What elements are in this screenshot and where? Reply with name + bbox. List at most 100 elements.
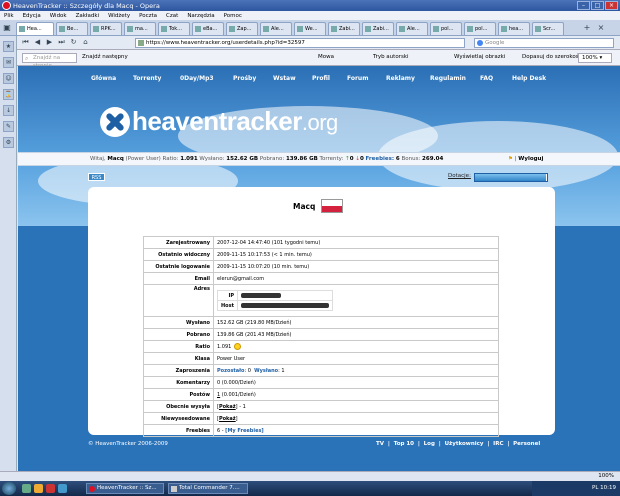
- bookmarks-panel-icon[interactable]: ★: [3, 41, 14, 52]
- footer-link-irc[interactable]: IRC: [493, 441, 503, 447]
- nav-requests[interactable]: Prośby: [233, 75, 256, 82]
- footer-link-staff[interactable]: Personel: [513, 441, 540, 447]
- table-row: Email elerun@gmail.com: [143, 272, 499, 285]
- invites-left-link[interactable]: Pozostało: [217, 368, 244, 374]
- tab[interactable]: Hea...: [16, 22, 54, 35]
- menu-help[interactable]: Pomoc: [224, 13, 242, 19]
- nav-0day[interactable]: 0Day/Mp3: [180, 75, 214, 82]
- close-button[interactable]: ×: [605, 1, 618, 10]
- quick-launch-icon[interactable]: [22, 484, 31, 493]
- zoom-select[interactable]: 100% ▾: [578, 53, 612, 63]
- footer-link-top10[interactable]: Top 10: [394, 441, 414, 447]
- menu-file[interactable]: Plik: [4, 13, 14, 19]
- tab-bar: ▣ Hea... Be... RPK... ma... Tok... eBa..…: [0, 20, 620, 36]
- menu-chat[interactable]: Czat: [166, 13, 178, 19]
- forward-icon[interactable]: ▶: [44, 37, 55, 48]
- close-tab-icon[interactable]: ×: [596, 23, 606, 33]
- footer-link-tv[interactable]: TV: [376, 441, 384, 447]
- tab[interactable]: Zap...: [226, 22, 258, 35]
- footer-link-log[interactable]: Log: [424, 441, 435, 447]
- my-freebies-link[interactable]: [My Freebies]: [225, 428, 264, 434]
- table-row: Obecnie wysyła [Pokaż] - 1: [143, 400, 499, 413]
- status-zoom[interactable]: 100%: [598, 473, 614, 479]
- menu-bookmarks[interactable]: Zakładki: [76, 13, 99, 19]
- donation-progress: [474, 173, 548, 182]
- freebies-link[interactable]: Freebies:: [366, 156, 395, 162]
- tab-favicon-icon: [501, 26, 507, 32]
- nav-faq[interactable]: FAQ: [480, 75, 493, 82]
- tab[interactable]: Be...: [56, 22, 88, 35]
- tab[interactable]: Scr...: [532, 22, 564, 35]
- menu-widgets[interactable]: Widżety: [108, 13, 130, 19]
- tab[interactable]: hea...: [498, 22, 530, 35]
- quick-launch-icon[interactable]: [46, 484, 55, 493]
- nav-ads[interactable]: Reklamy: [386, 75, 415, 82]
- fast-forward-icon[interactable]: ⏭: [56, 37, 67, 48]
- nav-forum[interactable]: Forum: [347, 75, 368, 82]
- taskbar-totalcmd-button[interactable]: Total Commander 7....: [168, 483, 248, 494]
- back-icon[interactable]: ◀: [32, 37, 43, 48]
- reload-icon[interactable]: ↻: [68, 37, 79, 48]
- tab-favicon-icon: [467, 26, 473, 32]
- tab[interactable]: pol...: [464, 22, 496, 35]
- menu-mail[interactable]: Poczta: [139, 13, 157, 19]
- contacts-panel-icon[interactable]: ☺: [3, 73, 14, 84]
- nav-torrents[interactable]: Torrenty: [133, 75, 161, 82]
- username-link[interactable]: Macq: [107, 156, 123, 162]
- find-input[interactable]: ⌕ Znajdź na stronie: [22, 53, 77, 69]
- fit-width-button[interactable]: Dopasuj do szerokości: [522, 54, 583, 60]
- logo-x-icon: [100, 106, 130, 137]
- nav-upload[interactable]: Wstaw: [273, 75, 296, 82]
- donation-label[interactable]: Dotacje:: [448, 173, 471, 179]
- tab[interactable]: pol...: [430, 22, 462, 35]
- mail-panel-icon[interactable]: ✉: [3, 57, 14, 68]
- speed-dial-icon[interactable]: ▣: [2, 23, 12, 33]
- menu-tools[interactable]: Narzędzia: [187, 13, 214, 19]
- quick-launch-icon[interactable]: [34, 484, 43, 493]
- tab[interactable]: Ale...: [260, 22, 292, 35]
- taskbar-opera-button[interactable]: HeavenTracker :: Sz...: [86, 483, 164, 494]
- invites-sent-link[interactable]: Wysłano: [254, 368, 278, 374]
- footer-link-users[interactable]: Użytkownicy: [445, 441, 484, 447]
- links-panel-icon[interactable]: ⚙: [3, 137, 14, 148]
- history-panel-icon[interactable]: ⌛: [3, 89, 14, 100]
- table-row: Ostatnio widoczny 2009-11-15 10:17:53 (< …: [143, 248, 499, 261]
- nav-rules[interactable]: Regulamin: [430, 75, 466, 82]
- nav-help-desk[interactable]: Help Desk: [512, 75, 546, 82]
- menu-view[interactable]: Widok: [50, 13, 67, 19]
- tab[interactable]: ma...: [124, 22, 156, 35]
- minimize-button[interactable]: –: [577, 1, 590, 10]
- author-mode-button[interactable]: Tryb autorski: [373, 54, 409, 60]
- speech-button[interactable]: Mowa: [318, 54, 334, 60]
- rewind-icon[interactable]: ⏮: [20, 37, 31, 48]
- rss-button[interactable]: RSS: [88, 173, 105, 181]
- tab[interactable]: Tok...: [158, 22, 190, 35]
- find-next-button[interactable]: Znajdź następny: [82, 54, 128, 60]
- downloads-panel-icon[interactable]: ↓: [3, 105, 14, 116]
- main-nav: Główna Torrenty 0Day/Mp3 Prośby Wstaw Pr…: [18, 72, 620, 86]
- maximize-button[interactable]: □: [591, 1, 604, 10]
- email-link[interactable]: elerun@gmail.com: [213, 272, 499, 285]
- tab[interactable]: eBa...: [192, 22, 224, 35]
- tab[interactable]: Zabi...: [362, 22, 394, 35]
- site-logo[interactable]: heaventracker.org: [100, 106, 338, 137]
- nav-home[interactable]: Główna: [91, 75, 116, 82]
- menu-edit[interactable]: Edycja: [23, 13, 41, 19]
- notes-panel-icon[interactable]: ✎: [3, 121, 14, 132]
- home-icon[interactable]: ⌂: [80, 37, 91, 48]
- logout-link[interactable]: Wyloguj: [518, 156, 543, 162]
- nav-profile[interactable]: Profil: [312, 75, 330, 82]
- show-unseeded-link[interactable]: Pokaż: [219, 416, 236, 422]
- status-bar: 100%: [0, 471, 620, 481]
- quick-launch-icon[interactable]: [58, 484, 67, 493]
- url-field[interactable]: https://www.heaventracker.org/userdetail…: [135, 38, 465, 48]
- search-field[interactable]: Google: [474, 38, 614, 48]
- tab[interactable]: Zabi...: [328, 22, 360, 35]
- new-tab-icon[interactable]: +: [582, 23, 592, 33]
- tab[interactable]: Ale...: [396, 22, 428, 35]
- tab[interactable]: We...: [294, 22, 326, 35]
- show-images-button[interactable]: Wyświetlaj obrazki: [454, 54, 505, 60]
- tab[interactable]: RPK...: [90, 22, 122, 35]
- start-button[interactable]: [2, 482, 16, 495]
- show-seeding-link[interactable]: Pokaż: [219, 404, 236, 410]
